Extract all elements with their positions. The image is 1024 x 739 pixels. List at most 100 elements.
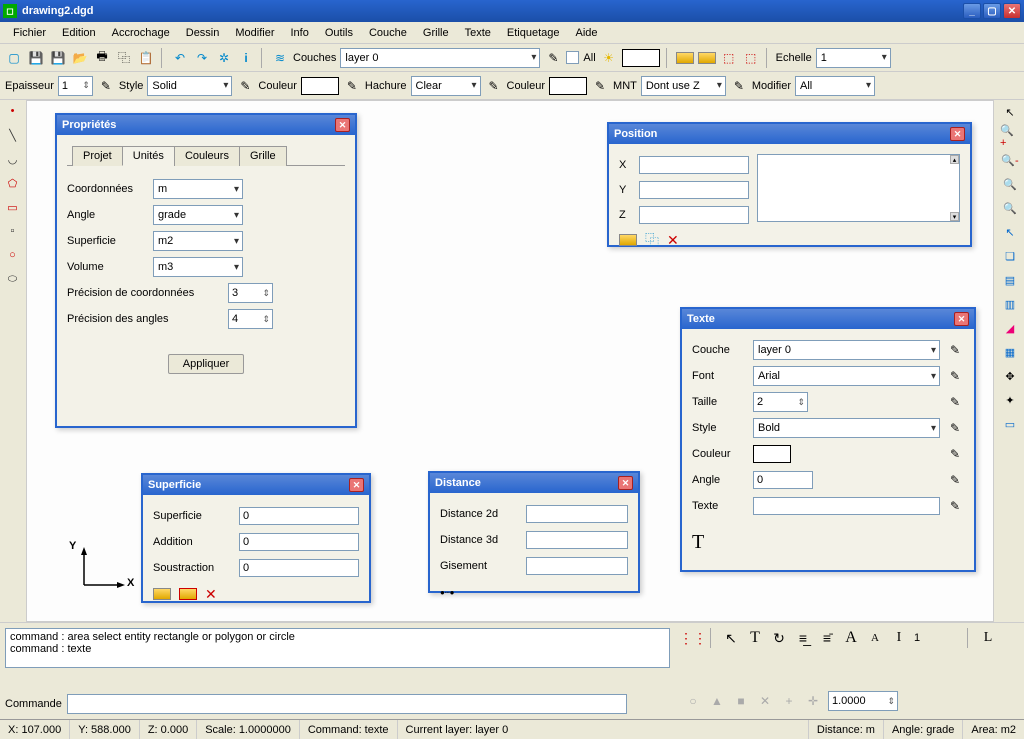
toptext-icon[interactable]: ≡̲ — [794, 629, 812, 647]
pen-icon[interactable]: ✎ — [946, 445, 964, 463]
mnt-combo[interactable]: Dont use Z — [641, 76, 726, 96]
title-bar[interactable]: drawing2.dgd _ ▢ ✕ — [0, 0, 1024, 22]
volume-combo[interactable]: m3 — [153, 257, 243, 277]
bigA-icon[interactable]: A — [842, 629, 860, 647]
position-list[interactable]: ▴ ▾ — [757, 154, 960, 222]
pen-icon[interactable]: ✎ — [946, 341, 964, 359]
delete-icon[interactable]: ✕ — [205, 586, 217, 603]
tri-icon[interactable]: ▲ — [708, 692, 726, 710]
superficie-dialog[interactable]: Superficie ✕ Superficie0 Addition0 Soust… — [141, 473, 371, 603]
close-button[interactable]: ✕ — [1003, 3, 1021, 19]
select2-icon[interactable]: ⬚ — [742, 49, 760, 67]
save-icon[interactable]: 💾 — [27, 49, 45, 67]
commande-input[interactable] — [67, 694, 627, 714]
measure-icon[interactable]: ●┄● — [440, 588, 454, 597]
menu-aide[interactable]: Aide — [567, 24, 605, 42]
plus2-icon[interactable]: ✛ — [804, 692, 822, 710]
menu-etiquetage[interactable]: Etiquetage — [499, 24, 568, 42]
sq-icon[interactable]: ■ — [732, 692, 750, 710]
menu-grille[interactable]: Grille — [415, 24, 457, 42]
style-combo[interactable]: Solid — [147, 76, 232, 96]
texte-dialog[interactable]: Texte ✕ Couchelayer 0✎ FontArial✎ Taille… — [680, 307, 976, 572]
layer-combo[interactable]: layer 0 — [340, 48, 540, 68]
sun-icon[interactable]: ☀ — [600, 49, 618, 67]
ruler-sel-icon[interactable] — [179, 588, 197, 600]
pentagon-tool-icon[interactable]: ⬠ — [4, 174, 22, 192]
rect-tool-icon[interactable]: ▭ — [4, 198, 22, 216]
menu-accrochage[interactable]: Accrochage — [104, 24, 178, 42]
menu-fichier[interactable]: Fichier — [5, 24, 54, 42]
menu-outils[interactable]: Outils — [317, 24, 361, 42]
star-icon[interactable]: ✦ — [1000, 390, 1020, 410]
layers-icon[interactable]: ≋ — [271, 49, 289, 67]
ruler-icon[interactable] — [676, 52, 694, 64]
tab-couleurs[interactable]: Couleurs — [174, 146, 240, 166]
position-title[interactable]: Position ✕ — [609, 124, 970, 144]
distance-dialog[interactable]: Distance ✕ Distance 2d Distance 3d Gisem… — [428, 471, 640, 593]
arrow-icon[interactable]: ↖ — [722, 629, 740, 647]
close-icon[interactable]: ✕ — [618, 476, 633, 490]
zoom-out-icon[interactable]: 🔍- — [1000, 150, 1020, 170]
x-icon[interactable]: ✕ — [756, 692, 774, 710]
pen2-icon[interactable]: ✎ — [236, 77, 254, 95]
open-icon[interactable]: 📂 — [71, 49, 89, 67]
arrow-icon[interactable]: ↖ — [1000, 102, 1020, 122]
textcolor-box[interactable] — [753, 445, 791, 463]
menu-info[interactable]: Info — [283, 24, 317, 42]
minimize-button[interactable]: _ — [963, 3, 981, 19]
properties-dialog[interactable]: Propriétés ✕ Projet Unités Couleurs Gril… — [55, 113, 357, 428]
text-icon[interactable]: T — [746, 629, 764, 647]
shape-size-input[interactable]: 1.0000 — [828, 691, 898, 711]
point-tool-icon[interactable]: • — [4, 102, 22, 120]
pen1-icon[interactable]: ✎ — [97, 77, 115, 95]
ellipse-tool-icon[interactable]: ⬭ — [4, 270, 22, 288]
smallA-icon[interactable]: A — [866, 629, 884, 647]
properties-title[interactable]: Propriétés ✕ — [57, 115, 355, 135]
ruler2-icon[interactable] — [698, 52, 716, 64]
bottext-icon[interactable]: ≡̄ — [818, 629, 836, 647]
maximize-button[interactable]: ▢ — [983, 3, 1001, 19]
plus-icon[interactable]: + — [780, 692, 798, 710]
couleur-box[interactable] — [301, 77, 339, 95]
select-icon[interactable]: ⬚ — [720, 49, 738, 67]
close-icon[interactable]: ✕ — [349, 478, 364, 492]
prec1-input[interactable]: 3 — [228, 283, 273, 303]
L-icon[interactable]: L — [979, 629, 997, 647]
grid-icon[interactable]: ⋮⋮ — [684, 629, 702, 647]
toolbar-input[interactable]: 1 — [914, 632, 959, 644]
text-tool-icon[interactable]: T — [692, 531, 964, 554]
close-icon[interactable]: ✕ — [950, 127, 965, 141]
menu-modifier[interactable]: Modifier — [227, 24, 282, 42]
tab-projet[interactable]: Projet — [72, 146, 123, 166]
smallrect-tool-icon[interactable]: ▫ — [4, 222, 22, 240]
epaisseur-input[interactable]: 1 — [58, 76, 93, 96]
modifier-combo[interactable]: All — [795, 76, 875, 96]
tab-unites[interactable]: Unités — [122, 146, 175, 166]
couche-combo[interactable]: layer 0 — [753, 340, 940, 360]
copy-icon[interactable]: ⿻ — [645, 230, 659, 250]
pen-icon[interactable]: ✎ — [946, 497, 964, 515]
pen4-icon[interactable]: ✎ — [485, 77, 503, 95]
ruler-icon[interactable] — [153, 588, 171, 600]
add-input[interactable]: 0 — [239, 533, 359, 551]
move-icon[interactable]: ✥ — [1000, 366, 1020, 386]
superficie-title[interactable]: Superficie ✕ — [143, 475, 369, 495]
delete-icon[interactable]: ✕ — [667, 232, 679, 249]
pen3-icon[interactable]: ✎ — [343, 77, 361, 95]
saveall-icon[interactable]: 💾 — [49, 49, 67, 67]
arc-tool-icon[interactable]: ◡ — [4, 150, 22, 168]
close-icon[interactable]: ✕ — [954, 312, 969, 326]
pen6-icon[interactable]: ✎ — [730, 77, 748, 95]
layer-color[interactable] — [622, 49, 660, 67]
color-icon[interactable]: ▦ — [1000, 342, 1020, 362]
text-input[interactable] — [753, 497, 940, 515]
new-icon[interactable]: ▢ — [5, 49, 23, 67]
rect-sel-icon[interactable]: ▭ — [1000, 414, 1020, 434]
superf-combo[interactable]: m2 — [153, 231, 243, 251]
settings-icon[interactable]: ✲ — [215, 49, 233, 67]
position-dialog[interactable]: Position ✕ X Y Z ⿻ ✕ ▴ ▾ — [607, 122, 972, 247]
rotate-icon[interactable]: ↻ — [770, 629, 788, 647]
sup-input[interactable]: 0 — [239, 507, 359, 525]
zoom-fit-icon[interactable]: 🔍 — [1000, 174, 1020, 194]
ruler-icon[interactable] — [619, 234, 637, 246]
